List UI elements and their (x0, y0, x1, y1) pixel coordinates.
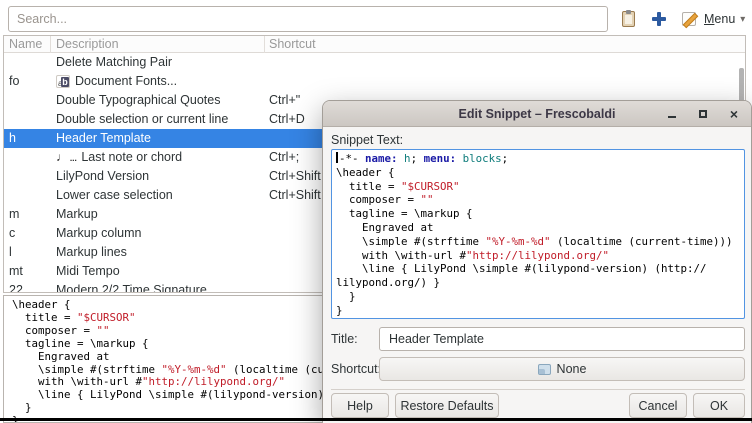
snippet-shortcut: Ctrl+D (269, 110, 305, 129)
snippet-name: c (9, 224, 51, 243)
snippet-description: Double Typographical Quotes (56, 91, 220, 110)
maximize-icon (699, 110, 707, 118)
clipboard-icon (622, 11, 635, 27)
snippet-shortcut: Ctrl+Shift (269, 167, 321, 186)
edit-snippet-button[interactable] (678, 9, 700, 29)
snippet-description: Markup lines (56, 243, 127, 262)
close-button[interactable]: × (727, 107, 741, 121)
dialog-titlebar: Edit Snippet – Frescobaldi × (323, 101, 751, 127)
ok-button[interactable]: OK (693, 393, 745, 418)
document-fonts-icon: ab (56, 75, 70, 88)
snippet-description: Lower case selection (56, 186, 173, 205)
search-input[interactable] (8, 6, 608, 32)
shortcut-value: None (557, 362, 587, 376)
menu-label: Menu (704, 12, 735, 26)
column-separator (264, 36, 265, 53)
snippet-description: Markup column (56, 224, 141, 243)
snippet-name: 22 (9, 281, 51, 293)
snippet-name: fo (9, 72, 51, 91)
plus-icon (652, 12, 666, 26)
paste-button[interactable] (617, 9, 639, 29)
maximize-button[interactable] (696, 107, 710, 121)
table-row[interactable]: Delete Matching Pair (4, 53, 745, 72)
snippet-description: Delete Matching Pair (56, 53, 172, 72)
snippet-text-label: Snippet Text: (331, 133, 403, 147)
window-bottom-border (0, 418, 752, 421)
add-snippet-button[interactable] (648, 9, 670, 29)
shortcut-label: Shortcut: (331, 362, 381, 376)
snippet-description: LilyPond Version (56, 167, 149, 186)
snippet-description: ♩ ...Last note or chord (56, 148, 182, 167)
snippet-name: m (9, 205, 51, 224)
chevron-down-icon: ▾ (740, 14, 745, 25)
snippet-description: Midi Tempo (56, 262, 120, 281)
snippet-name: l (9, 243, 51, 262)
title-input[interactable] (379, 327, 745, 351)
table-header: Name Description Shortcut (4, 36, 745, 53)
text-cursor (336, 152, 338, 163)
help-button[interactable]: Help (331, 393, 389, 418)
snippet-description: Double selection or current line (56, 110, 228, 129)
pencil-icon (682, 12, 696, 26)
cancel-button[interactable]: Cancel (629, 393, 687, 418)
restore-defaults-button[interactable]: Restore Defaults (395, 393, 499, 418)
snippet-description: Header Template (56, 129, 151, 148)
snippet-name: h (9, 129, 51, 148)
column-separator (50, 36, 51, 53)
shortcut-button[interactable]: None (379, 357, 745, 381)
music-note-icon: ♩ ... (56, 148, 76, 167)
column-header-name[interactable]: Name (9, 37, 42, 51)
column-header-shortcut[interactable]: Shortcut (269, 37, 316, 51)
minimize-icon (668, 116, 676, 118)
snippet-description: Modern 2/2 Time Signature (56, 281, 207, 293)
snippet-shortcut: Ctrl+; (269, 148, 299, 167)
snippet-name: mt (9, 262, 51, 281)
keyboard-shortcut-icon (538, 364, 551, 375)
minimize-button[interactable] (665, 107, 679, 121)
snippet-description: Markup (56, 205, 98, 224)
snippet-description: abDocument Fonts... (56, 72, 177, 91)
snippet-text-editor[interactable]: -*- name: h; menu: blocks;\header { titl… (331, 149, 745, 319)
snippet-shortcut: Ctrl+" (269, 91, 300, 110)
close-icon: × (730, 107, 738, 121)
table-row[interactable]: fo abDocument Fonts... (4, 72, 745, 91)
title-label: Title: (331, 332, 358, 346)
edit-snippet-dialog: Edit Snippet – Frescobaldi × Snippet Tex… (322, 100, 752, 423)
column-header-description[interactable]: Description (56, 37, 119, 51)
dialog-separator (331, 389, 745, 390)
menu-button[interactable]: Menu ▾ (704, 9, 750, 29)
snippet-shortcut: Ctrl+Shift (269, 186, 321, 205)
